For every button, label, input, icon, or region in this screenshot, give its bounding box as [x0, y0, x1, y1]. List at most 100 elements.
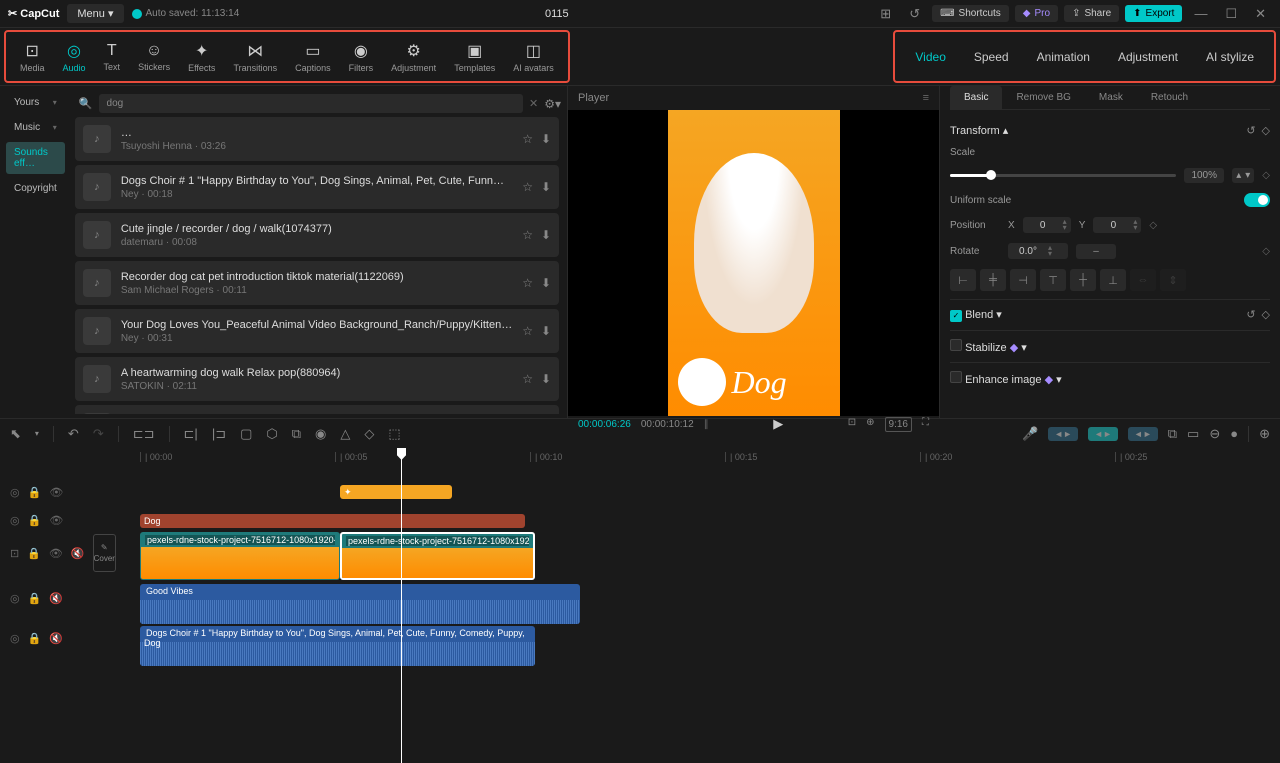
- toolbar-text[interactable]: TText: [96, 38, 129, 76]
- toolbar-transitions[interactable]: ⋈Transitions: [225, 37, 285, 77]
- filter-icon[interactable]: ⚙▾: [544, 97, 561, 111]
- zoom-fit-icon[interactable]: ⊕: [1259, 426, 1270, 442]
- props-tab-mask[interactable]: Mask: [1085, 86, 1137, 109]
- undo-icon[interactable]: ↶: [68, 426, 79, 442]
- close-button[interactable]: ✕: [1249, 6, 1272, 22]
- pos-x-input[interactable]: ▴▾: [1023, 217, 1071, 233]
- sidebar-item-soundseff[interactable]: Sounds eff…: [6, 142, 65, 174]
- text-clip[interactable]: Dog: [140, 514, 525, 528]
- pointer-icon[interactable]: ⬉: [10, 426, 21, 442]
- fx-track[interactable]: ✦: [100, 472, 1280, 512]
- scale-keyframe-icon[interactable]: ◇: [1262, 170, 1270, 181]
- pos-y-input[interactable]: ▴▾: [1093, 217, 1141, 233]
- distribute-h-icon[interactable]: ⇔: [1130, 269, 1156, 291]
- trim-right-icon[interactable]: |⊐: [212, 426, 226, 442]
- menu-button[interactable]: Menu ▾: [67, 4, 123, 23]
- audio-item[interactable]: ♪ Recorder dog cat pet introduction tikt…: [75, 261, 559, 305]
- lock-icon[interactable]: 🔒: [28, 486, 42, 499]
- eye-icon[interactable]: ◎: [10, 632, 20, 645]
- rotate-input[interactable]: ▴▾: [1008, 243, 1068, 259]
- zoom-slider-icon[interactable]: ●: [1230, 426, 1238, 441]
- trim-left-icon[interactable]: ⊏|: [184, 426, 198, 442]
- lock-icon[interactable]: 🔒: [28, 514, 42, 527]
- toolbar-media[interactable]: ⊡Media: [12, 37, 53, 77]
- redo-icon[interactable]: ↷: [93, 426, 104, 442]
- align-top-icon[interactable]: ⊤: [1040, 269, 1066, 291]
- audio-item[interactable]: ♪ Cute jingle / recorder / dog / walk(10…: [75, 213, 559, 257]
- video-track[interactable]: pexels-rdne-stock-project-7516712-1080x1…: [100, 532, 1280, 582]
- chip-2[interactable]: ◄►: [1088, 427, 1118, 441]
- blend-reset-icon[interactable]: ↺: [1246, 308, 1255, 321]
- blend-checkbox[interactable]: ✓: [950, 310, 962, 322]
- link-icon[interactable]: ⊡: [10, 547, 19, 560]
- inspector-tab-adjustment[interactable]: Adjustment: [1104, 42, 1192, 72]
- sidebar-item-copyright[interactable]: Copyright: [6, 178, 65, 199]
- align-left-icon[interactable]: ⊢: [950, 269, 976, 291]
- distribute-v-icon[interactable]: ⇕: [1160, 269, 1186, 291]
- audio-clip-b[interactable]: Dogs Choir # 1 "Happy Birthday to You", …: [140, 626, 535, 666]
- zoom-out-icon[interactable]: ⊖: [1209, 426, 1220, 442]
- align-hcenter-icon[interactable]: ╪: [980, 269, 1006, 291]
- aspect-icon[interactable]: ⊡: [848, 417, 856, 432]
- record-icon[interactable]: ◉: [315, 426, 326, 442]
- favorite-icon[interactable]: ☆: [522, 372, 533, 386]
- audio-track-2[interactable]: Dogs Choir # 1 "Happy Birthday to You", …: [100, 626, 1280, 666]
- align-bottom-icon[interactable]: ⊥: [1100, 269, 1126, 291]
- mute-icon[interactable]: 🔇: [49, 592, 63, 605]
- crop-icon[interactable]: ⬚: [388, 426, 400, 442]
- video-clip-a[interactable]: pexels-rdne-stock-project-7516712-1080x1…: [140, 532, 340, 580]
- flag-icon[interactable]: ⬡: [266, 426, 277, 442]
- download-icon[interactable]: ⬇: [541, 372, 551, 386]
- enhance-header[interactable]: Enhance image ◆ ▾: [950, 371, 1062, 386]
- play-button[interactable]: ▶: [719, 416, 838, 432]
- mute-icon[interactable]: 🔇: [71, 547, 85, 560]
- prev-frame-icon[interactable]: ∥: [704, 419, 709, 430]
- fx-clip[interactable]: ✦: [340, 485, 452, 499]
- inspector-tab-animation[interactable]: Animation: [1023, 42, 1104, 72]
- player-viewport[interactable]: Dog: [568, 110, 939, 416]
- hide-icon[interactable]: 👁: [49, 547, 63, 560]
- audio-track-1[interactable]: Good Vibes: [100, 584, 1280, 624]
- toolbar-captions[interactable]: ▭Captions: [287, 37, 339, 77]
- keyframe-icon[interactable]: ◇: [1262, 124, 1270, 137]
- scale-value[interactable]: 100%: [1184, 168, 1224, 183]
- split-icon[interactable]: ⊏⊐: [133, 426, 155, 442]
- sidebar-item-yours[interactable]: Yours▾: [6, 92, 65, 113]
- ratio-badge[interactable]: 9:16: [885, 417, 912, 432]
- align-right-icon[interactable]: ⊣: [1010, 269, 1036, 291]
- export-button[interactable]: ⬆ Export: [1125, 5, 1182, 22]
- text-track[interactable]: Dog: [100, 514, 1280, 530]
- lock-icon[interactable]: 🔒: [28, 632, 42, 645]
- transform-header[interactable]: Transform ▴: [950, 124, 1008, 137]
- eye-icon[interactable]: ◎: [10, 514, 20, 527]
- scale-stepper[interactable]: ▴▾: [1232, 168, 1254, 183]
- stabilize-checkbox[interactable]: [950, 339, 962, 351]
- chip-3[interactable]: ◄►: [1128, 427, 1158, 441]
- inspector-tab-video[interactable]: Video: [901, 42, 959, 72]
- mic-icon[interactable]: 🎤: [1022, 426, 1038, 442]
- preview-icon[interactable]: ▭: [1187, 426, 1199, 442]
- download-icon[interactable]: ⬇: [541, 180, 551, 194]
- playhead[interactable]: [401, 448, 402, 763]
- audio-item[interactable]: ♪ Your Dog Loves You_Peaceful Animal Vid…: [75, 309, 559, 353]
- sidebar-item-music[interactable]: Music▾: [6, 117, 65, 138]
- share-button[interactable]: ⇪ Share: [1064, 5, 1119, 22]
- props-tab-retouch[interactable]: Retouch: [1137, 86, 1202, 109]
- align-vcenter-icon[interactable]: ┼: [1070, 269, 1096, 291]
- toolbar-templates[interactable]: ▣Templates: [446, 37, 503, 77]
- uniform-toggle[interactable]: [1244, 193, 1270, 207]
- download-icon[interactable]: ⬇: [541, 276, 551, 290]
- inspector-tab-ai-stylize[interactable]: AI stylize: [1192, 42, 1268, 72]
- scale-slider[interactable]: [950, 174, 1176, 177]
- enhance-checkbox[interactable]: [950, 371, 962, 383]
- favorite-icon[interactable]: ☆: [522, 276, 533, 290]
- hide-icon[interactable]: 👁: [49, 514, 63, 527]
- toolbar-ai avatars[interactable]: ◫AI avatars: [505, 37, 562, 77]
- favorite-icon[interactable]: ☆: [522, 324, 533, 338]
- download-icon[interactable]: ⬇: [541, 132, 551, 146]
- toolbar-effects[interactable]: ✦Effects: [180, 37, 223, 77]
- magnet-icon[interactable]: ⧉: [1168, 426, 1177, 442]
- delete-icon[interactable]: ▢: [240, 426, 252, 442]
- download-icon[interactable]: ⬇: [541, 228, 551, 242]
- favorite-icon[interactable]: ☆: [522, 180, 533, 194]
